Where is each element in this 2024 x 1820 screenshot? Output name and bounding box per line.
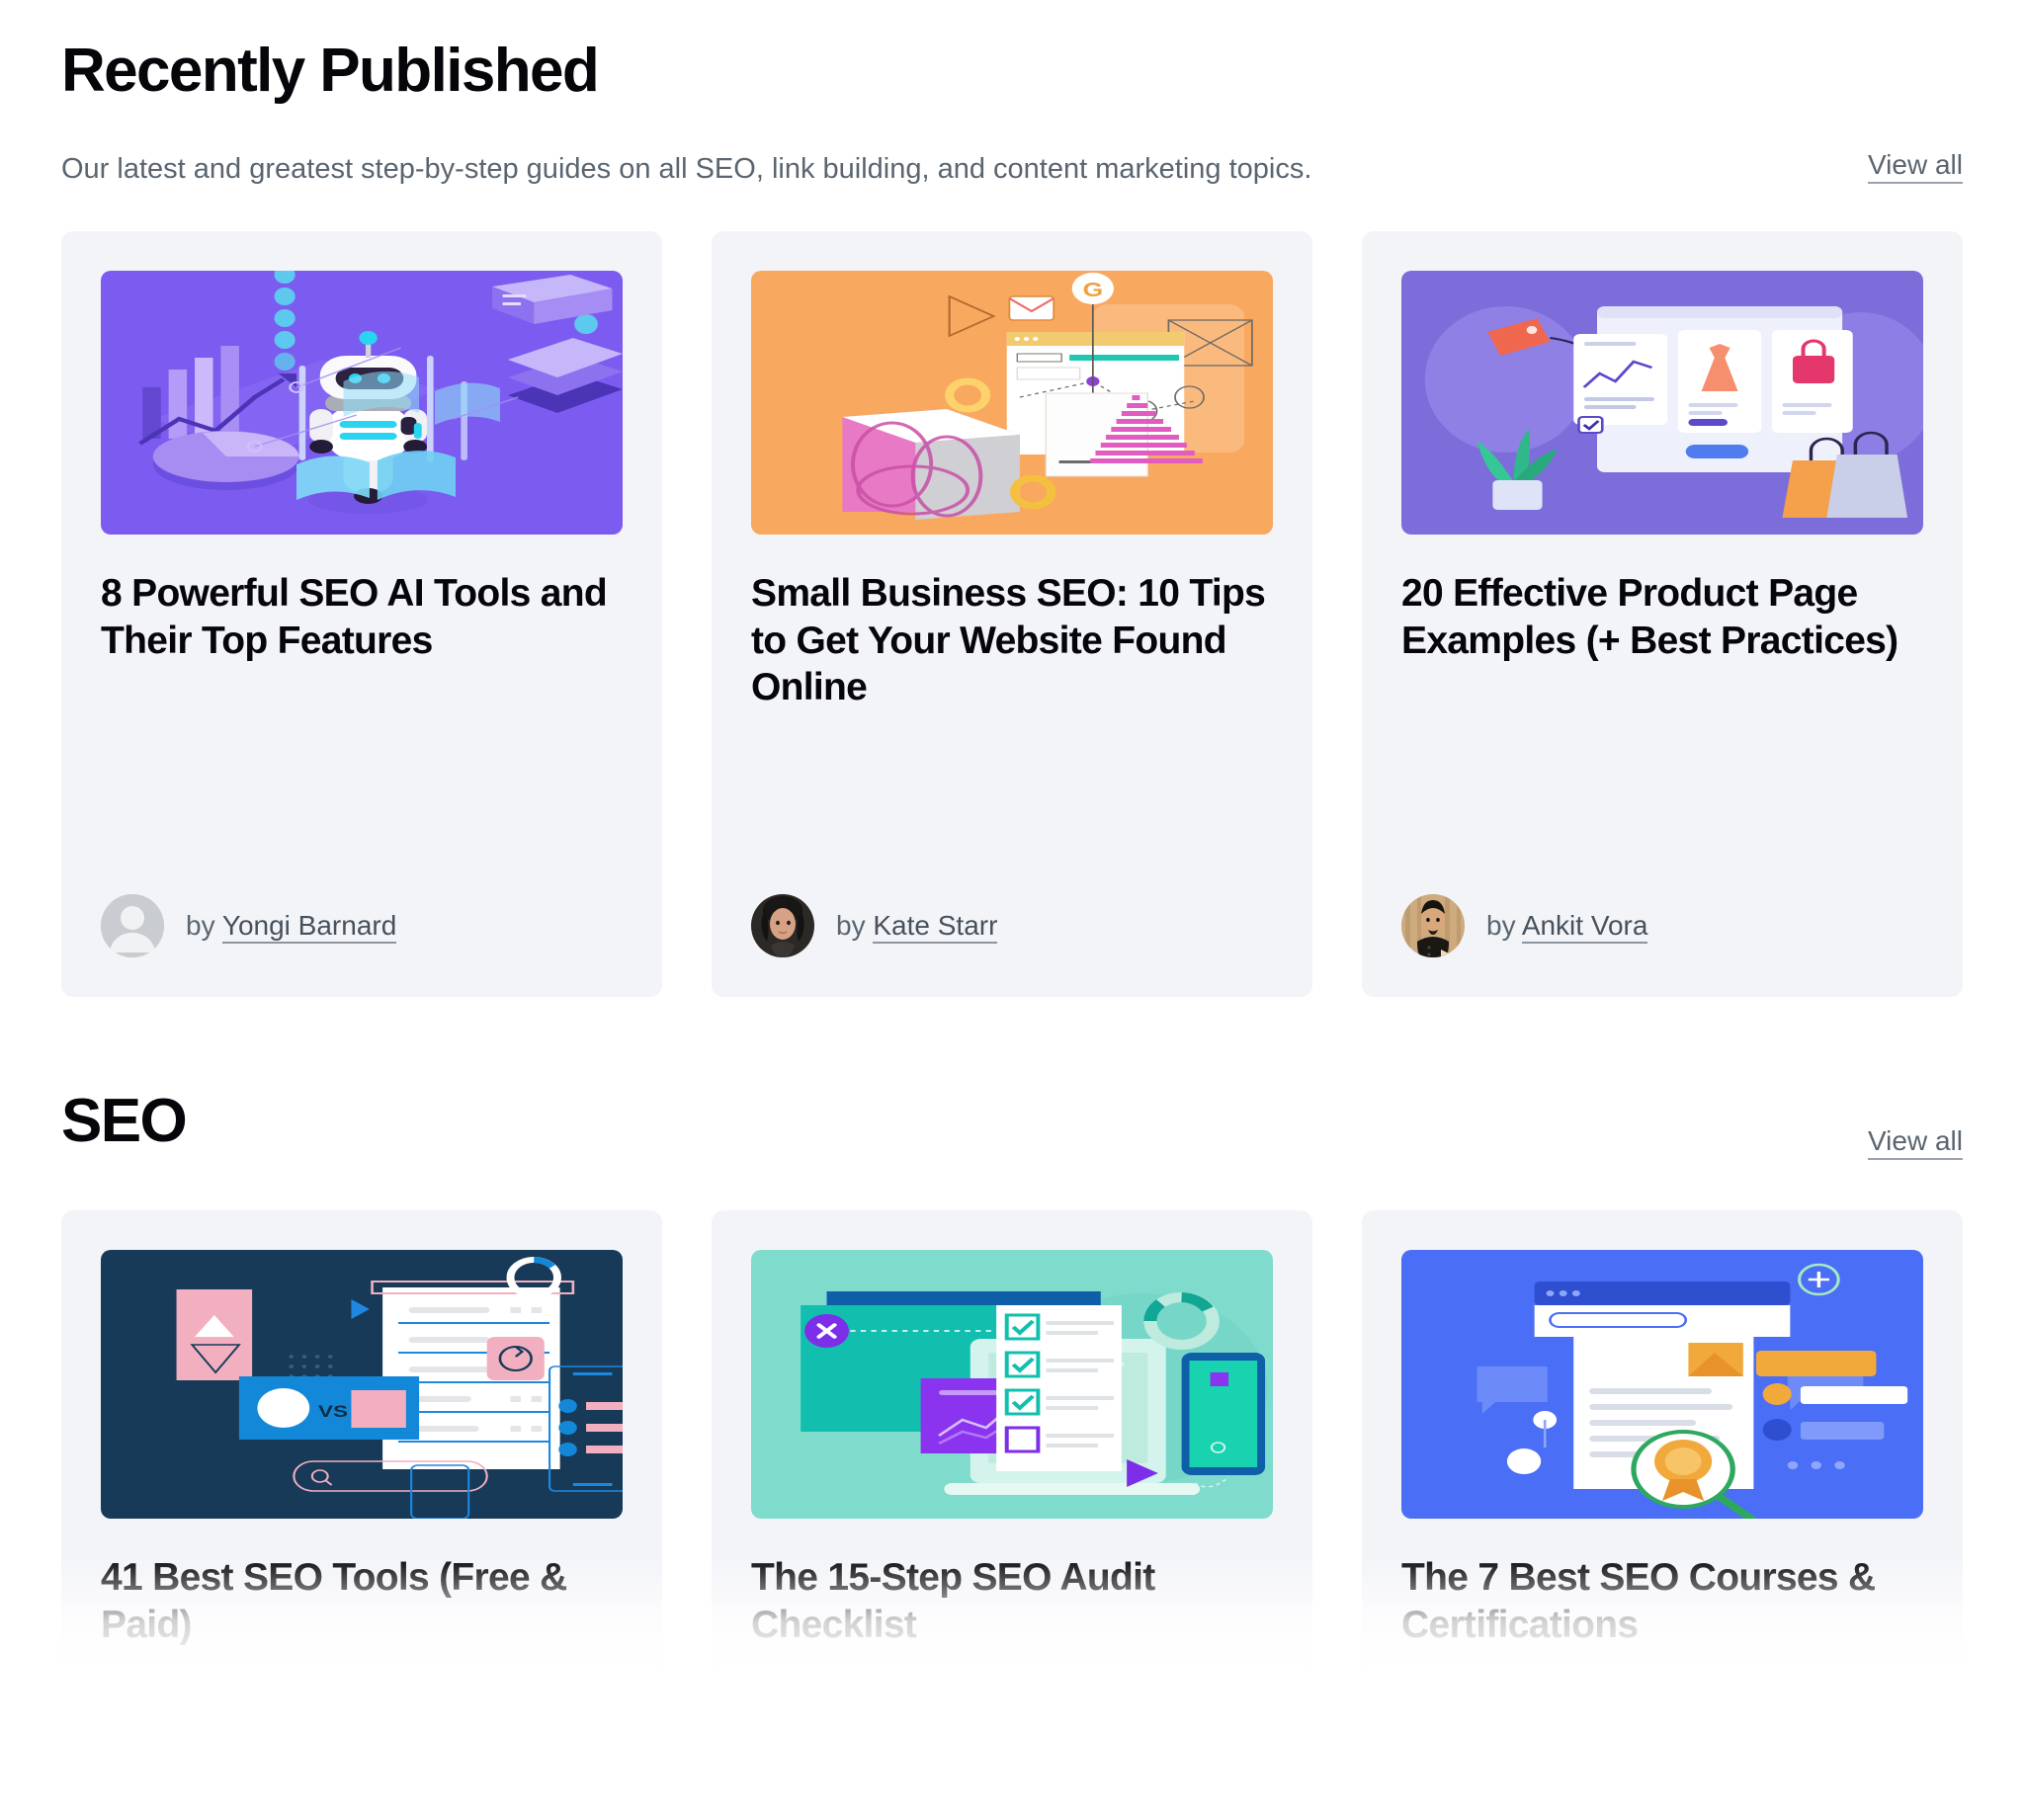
avatar	[101, 894, 164, 958]
seo-audit-checklist-illustration	[751, 1250, 1273, 1520]
byline-text: by Ankit Vora	[1486, 910, 1648, 945]
by-prefix: by	[1486, 910, 1516, 942]
by-prefix: by	[836, 910, 866, 942]
seo-courses-certification-illustration	[1401, 1250, 1923, 1520]
by-prefix: by	[186, 910, 215, 942]
article-thumbnail	[1401, 1250, 1923, 1520]
view-all-recently-published[interactable]: View all	[1868, 151, 1963, 185]
byline-text: by Yongi Barnard	[186, 910, 397, 945]
article-byline: by Yongi Barnard	[101, 894, 623, 958]
article-byline: by Ankit Vora	[1401, 894, 1923, 958]
avatar	[1401, 894, 1465, 958]
author-link[interactable]: Kate Starr	[873, 910, 998, 945]
seo-section-title: SEO	[61, 1087, 188, 1156]
article-card[interactable]: 8 Powerful SEO AI Tools and Their Top Fe…	[61, 231, 662, 998]
page-title: Recently Published	[61, 37, 600, 105]
view-all-seo[interactable]: View all	[1868, 1127, 1963, 1161]
recently-published-header: Recently Published Our latest and greate…	[61, 0, 1963, 190]
article-card[interactable]: The 7 Best SEO Courses & Certifications	[1362, 1210, 1963, 1676]
article-thumbnail	[1401, 271, 1923, 536]
article-card[interactable]: 20 Effective Product Page Examples (+ Be…	[1362, 231, 1963, 998]
article-card[interactable]: G Small Business SEO: 10 Tips to Get You…	[712, 231, 1312, 998]
article-title: The 7 Best SEO Courses & Certifications	[1401, 1556, 1876, 1646]
article-title: 41 Best SEO Tools (Free & Paid)	[101, 1556, 567, 1646]
small-business-seo-illustration: G	[751, 271, 1273, 536]
article-title: 20 Effective Product Page Examples (+ Be…	[1401, 572, 1898, 662]
article-thumbnail	[751, 1250, 1273, 1520]
avatar	[751, 894, 814, 958]
section-subtitle: Our latest and greatest step-by-step gui…	[61, 153, 1312, 186]
ai-robot-analytics-illustration	[101, 271, 623, 536]
author-link[interactable]: Yongi Barnard	[221, 910, 397, 945]
article-thumbnail	[101, 271, 623, 536]
seo-card-grid: VS 41 Best SEO Tools (Free & Paid) The 1…	[61, 1210, 1963, 1676]
author-link[interactable]: Ankit Vora	[1521, 910, 1648, 945]
article-title: The 15-Step SEO Audit Checklist	[751, 1556, 1155, 1646]
recently-published-card-grid: 8 Powerful SEO AI Tools and Their Top Fe…	[61, 231, 1963, 998]
svg-text:VS: VS	[318, 1403, 348, 1422]
article-card[interactable]: VS 41 Best SEO Tools (Free & Paid)	[61, 1210, 662, 1676]
svg-text:G: G	[1083, 279, 1104, 300]
article-title: Small Business SEO: 10 Tips to Get Your …	[751, 572, 1266, 709]
article-title: 8 Powerful SEO AI Tools and Their Top Fe…	[101, 572, 608, 662]
article-thumbnail: G	[751, 271, 1273, 536]
article-byline: by Kate Starr	[751, 894, 1273, 958]
byline-text: by Kate Starr	[836, 910, 998, 945]
articles-listing-page: Recently Published Our latest and greate…	[0, 0, 2024, 1820]
seo-section-header: SEO View all	[61, 1088, 1963, 1169]
product-page-ecommerce-illustration	[1401, 271, 1923, 536]
article-thumbnail: VS	[101, 1250, 623, 1520]
seo-tools-comparison-illustration: VS	[101, 1250, 623, 1520]
article-card[interactable]: The 15-Step SEO Audit Checklist	[712, 1210, 1312, 1676]
